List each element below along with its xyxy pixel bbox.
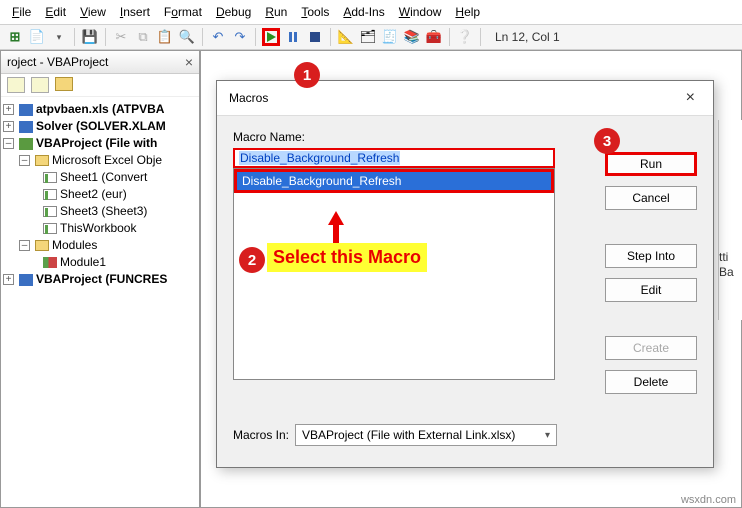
menu-format[interactable]: Format	[158, 3, 208, 21]
create-button: Create	[605, 336, 697, 360]
project-explorer-title: roject - VBAProject	[7, 55, 108, 69]
stop-icon[interactable]	[306, 28, 324, 46]
pause-icon[interactable]	[284, 28, 302, 46]
macros-dialog: Macros × Macro Name: Disable_Background_…	[216, 80, 714, 468]
menu-window[interactable]: Window	[393, 3, 448, 21]
run-button[interactable]: Run	[605, 152, 697, 176]
menu-help[interactable]: Help	[449, 3, 486, 21]
object-browser-icon[interactable]: 📚	[403, 28, 421, 46]
macro-name-label: Macro Name:	[233, 130, 697, 144]
callout-2: 2	[239, 247, 265, 273]
tree-excel-objects[interactable]: Microsoft Excel Obje	[52, 152, 162, 169]
menu-bar: File Edit View Insert Format Debug Run T…	[0, 0, 742, 25]
run-icon[interactable]	[262, 28, 280, 46]
edit-button[interactable]: Edit	[605, 278, 697, 302]
menu-tools[interactable]: Tools	[295, 3, 335, 21]
dialog-title: Macros	[229, 91, 268, 105]
macro-name-input[interactable]: Disable_Background_Refresh	[233, 148, 555, 168]
callout-1: 1	[294, 62, 320, 88]
redo-icon[interactable]: ↷	[231, 28, 249, 46]
tree-sheet3[interactable]: Sheet3 (Sheet3)	[60, 203, 147, 220]
tree-solver[interactable]: Solver (SOLVER.XLAM	[36, 118, 166, 135]
delete-button[interactable]: Delete	[605, 370, 697, 394]
toolbar: ⊞ 📄 ▾ 💾 ✂ ⧉ 📋 🔍 ↶ ↷ 📐 🗂 🧾 📚 🧰 ❔ Ln 12, C…	[0, 25, 742, 50]
tree-atp[interactable]: atpvbaen.xls (ATPVBA	[36, 101, 164, 118]
callout-3: 3	[594, 128, 620, 154]
excel-icon[interactable]: ⊞	[6, 28, 24, 46]
tree-sheet2[interactable]: Sheet2 (eur)	[60, 186, 127, 203]
code-clip: tti Ba	[718, 120, 742, 320]
copy-icon[interactable]: ⧉	[134, 28, 152, 46]
macro-list[interactable]: Disable_Background_Refresh	[233, 168, 555, 380]
step-into-button[interactable]: Step Into	[605, 244, 697, 268]
menu-run[interactable]: Run	[259, 3, 293, 21]
arrow-icon	[328, 211, 344, 225]
tree-vbaproject[interactable]: VBAProject (File with	[36, 135, 157, 152]
find-icon[interactable]: 🔍	[178, 28, 196, 46]
close-icon[interactable]: ×	[185, 54, 193, 70]
cursor-position: Ln 12, Col 1	[495, 30, 560, 44]
menu-view[interactable]: View	[74, 3, 112, 21]
dropdown-icon[interactable]: ▾	[50, 28, 68, 46]
project-explorer-icon[interactable]: 🗂	[359, 28, 377, 46]
menu-edit[interactable]: Edit	[39, 3, 72, 21]
macro-list-item[interactable]: Disable_Background_Refresh	[234, 169, 554, 193]
tree-modules[interactable]: Modules	[52, 237, 97, 254]
dialog-title-bar: Macros ×	[217, 81, 713, 116]
macros-in-value: VBAProject (File with External Link.xlsx…	[302, 428, 515, 442]
toolbox-icon[interactable]: 🧰	[425, 28, 443, 46]
callout-label: Select this Macro	[267, 243, 427, 272]
cancel-button[interactable]: Cancel	[605, 186, 697, 210]
help-icon[interactable]: ❔	[456, 28, 474, 46]
menu-debug[interactable]: Debug	[210, 3, 257, 21]
undo-icon[interactable]: ↶	[209, 28, 227, 46]
design-mode-icon[interactable]: 📐	[337, 28, 355, 46]
menu-file[interactable]: File	[6, 3, 37, 21]
view-object-icon[interactable]	[31, 77, 49, 93]
macros-in-label: Macros In:	[233, 428, 289, 442]
save-icon[interactable]: 💾	[81, 28, 99, 46]
menu-insert[interactable]: Insert	[114, 3, 156, 21]
cut-icon[interactable]: ✂	[112, 28, 130, 46]
chevron-down-icon[interactable]: ▾	[545, 430, 550, 441]
view-code-icon[interactable]	[7, 77, 25, 93]
watermark: wsxdn.com	[681, 494, 736, 506]
dialog-close-icon[interactable]: ×	[680, 89, 701, 107]
menu-addins[interactable]: Add-Ins	[337, 3, 390, 21]
tree-sheet1[interactable]: Sheet1 (Convert	[60, 169, 147, 186]
tree-module1[interactable]: Module1	[60, 254, 106, 271]
project-tree[interactable]: +atpvbaen.xls (ATPVBA +Solver (SOLVER.XL…	[1, 97, 199, 292]
macros-in-combo[interactable]: VBAProject (File with External Link.xlsx…	[295, 424, 557, 446]
project-explorer-title-bar: roject - VBAProject ×	[1, 51, 199, 74]
insert-module-icon[interactable]: 📄	[28, 28, 46, 46]
paste-icon[interactable]: 📋	[156, 28, 174, 46]
project-explorer-toolbar	[1, 74, 199, 97]
tree-thisworkbook[interactable]: ThisWorkbook	[60, 220, 136, 237]
properties-icon[interactable]: 🧾	[381, 28, 399, 46]
project-explorer: roject - VBAProject × +atpvbaen.xls (ATP…	[0, 50, 200, 508]
toggle-folders-icon[interactable]	[55, 77, 73, 91]
tree-funcres[interactable]: VBAProject (FUNCRES	[36, 271, 167, 288]
